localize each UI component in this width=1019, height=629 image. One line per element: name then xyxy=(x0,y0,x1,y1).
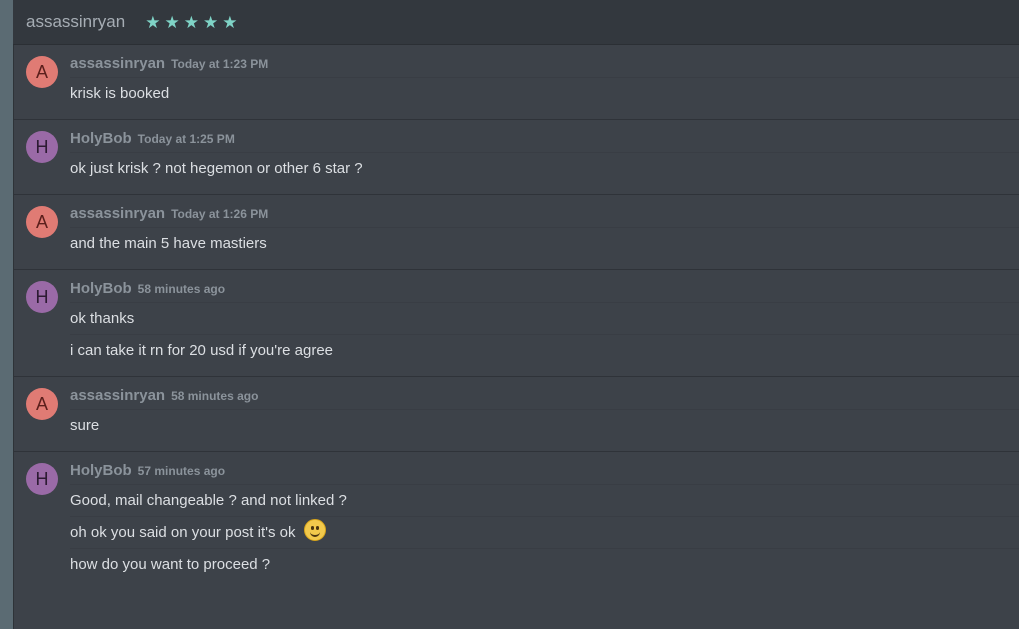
message-meta: HolyBob 57 minutes ago xyxy=(70,462,1019,485)
message-group: A assassinryan 58 minutes ago sure xyxy=(14,377,1019,452)
avatar[interactable]: H xyxy=(26,463,58,495)
message-group: H HolyBob Today at 1:25 PM ok just krisk… xyxy=(14,120,1019,195)
avatar[interactable]: A xyxy=(26,56,58,88)
message-timestamp: Today at 1:26 PM xyxy=(171,207,269,221)
message-meta: HolyBob Today at 1:25 PM xyxy=(70,130,1019,153)
author-name[interactable]: assassinryan xyxy=(70,55,165,72)
message-timestamp: 58 minutes ago xyxy=(171,389,259,403)
author-name[interactable]: assassinryan xyxy=(70,387,165,404)
header-username: assassinryan xyxy=(26,12,126,31)
avatar[interactable]: H xyxy=(26,281,58,313)
star-icon: ★ xyxy=(164,12,180,32)
message-timestamp: Today at 1:25 PM xyxy=(137,132,235,146)
message-timestamp: Today at 1:23 PM xyxy=(171,57,269,71)
message-text: and the main 5 have mastiers xyxy=(70,235,267,252)
message-feed[interactable]: A assassinryan Today at 1:23 PM krisk is… xyxy=(14,45,1019,629)
message-text: oh ok you said on your post it's ok xyxy=(70,524,296,541)
author-name[interactable]: HolyBob xyxy=(70,462,132,479)
author-name[interactable]: HolyBob xyxy=(70,130,132,147)
star-icon: ★ xyxy=(183,12,199,32)
message-text: krisk is booked xyxy=(70,85,170,102)
message-text: how do you want to proceed ? xyxy=(70,556,271,573)
message-meta: HolyBob 58 minutes ago xyxy=(70,280,1019,303)
star-icon: ★ xyxy=(145,12,161,32)
message-text-with-emoji: oh ok you said on your post it's ok xyxy=(70,517,1019,549)
message-group: A assassinryan Today at 1:26 PM and the … xyxy=(14,195,1019,270)
author-name[interactable]: assassinryan xyxy=(70,205,165,222)
message-timestamp: 57 minutes ago xyxy=(137,464,226,478)
star-icon: ★ xyxy=(202,12,219,32)
star-icon: ★ xyxy=(222,12,238,32)
message-group: H HolyBob 58 minutes ago ok thanks i can… xyxy=(14,270,1019,377)
left-panel-edge xyxy=(0,0,14,629)
message-text: ok thanks xyxy=(70,303,1019,335)
message-text: Good, mail changeable ? and not linked ? xyxy=(70,485,1019,517)
message-timestamp: 58 minutes ago xyxy=(137,282,226,296)
avatar[interactable]: A xyxy=(26,206,58,238)
message-group: A assassinryan Today at 1:23 PM krisk is… xyxy=(14,45,1019,120)
message-text: i can take it rn for 20 usd if you're ag… xyxy=(70,342,334,359)
avatar[interactable]: A xyxy=(26,388,58,420)
message-meta: assassinryan 58 minutes ago xyxy=(70,387,1019,410)
message-text: ok just krisk ? not hegemon or other 6 s… xyxy=(70,160,363,177)
message-text: sure xyxy=(70,417,100,434)
message-group: H HolyBob 57 minutes ago Good, mail chan… xyxy=(14,452,1019,590)
slightly-smiling-face-icon xyxy=(303,519,326,541)
message-meta: assassinryan Today at 1:23 PM xyxy=(70,55,1019,78)
author-name[interactable]: HolyBob xyxy=(70,280,132,297)
chat-header: assassinryan ★ ★ ★ ★ ★ xyxy=(13,0,1019,45)
avatar[interactable]: H xyxy=(26,131,58,163)
rating-stars: ★ ★ ★ ★ ★ xyxy=(145,14,237,31)
message-meta: assassinryan Today at 1:26 PM xyxy=(70,205,1019,228)
